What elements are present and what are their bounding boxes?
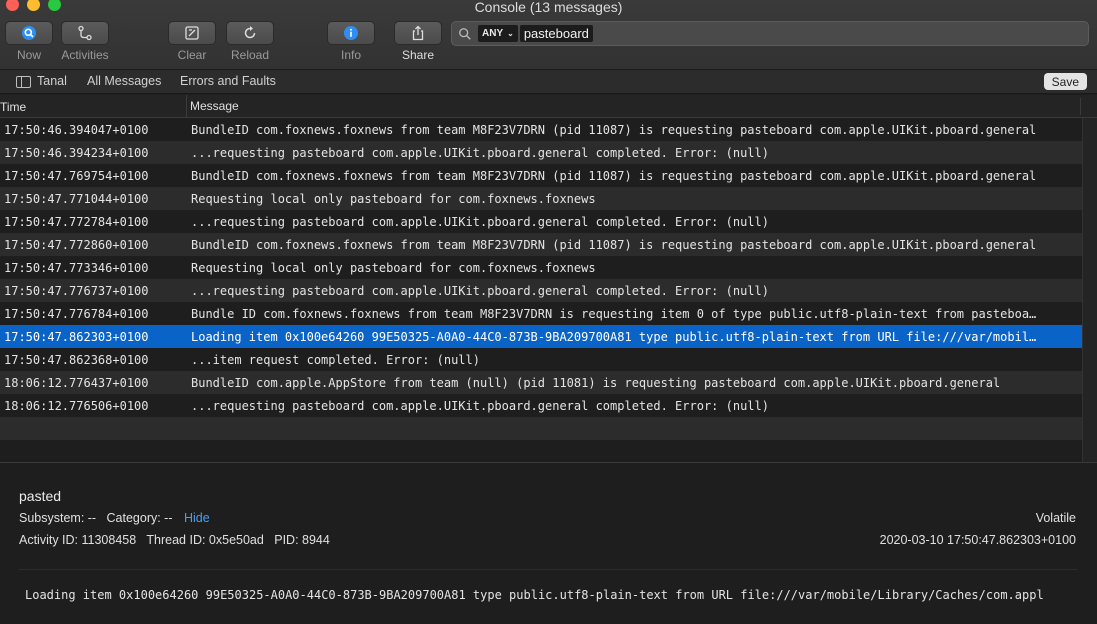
info-label: Info	[340, 48, 361, 62]
table-row[interactable]: 17:50:47.771044+0100 Requesting local onl…	[0, 187, 1082, 210]
table-header: Time Message	[0, 95, 1097, 118]
table-scrollbar[interactable]	[1082, 118, 1097, 462]
window-title: Console (13 messages)	[474, 0, 623, 15]
row-message: BundleID com.foxnews.foxnews from team M…	[191, 237, 1037, 252]
process-name: pasted	[19, 488, 62, 504]
save-search-button[interactable]: Save	[1043, 73, 1087, 90]
row-time: 17:50:47.769754+0100	[4, 168, 149, 183]
activities-icon	[78, 25, 92, 41]
sidebar-label[interactable]: Tanal	[37, 74, 67, 88]
table-row[interactable]: 17:50:47.862368+0100 ...item request comp…	[0, 348, 1082, 371]
subsystem-line: Subsystem: -- Category: -- Hide	[19, 511, 210, 525]
row-message: ...item request completed. Error: (null)	[191, 352, 480, 367]
detail-message[interactable]: Loading item 0x100e64260 99E50325-A0A0-4…	[25, 588, 1077, 602]
table-row[interactable]: 18:06:12.776506+0100 ...requesting pasteb…	[0, 394, 1082, 417]
column-header-message[interactable]: Message	[186, 95, 239, 118]
now-button[interactable]	[5, 21, 53, 45]
clear-icon	[185, 26, 199, 40]
table-row[interactable]: 17:50:47.772784+0100 ...requesting pasteb…	[0, 210, 1082, 233]
row-message: ...requesting pasteboard com.apple.UIKit…	[191, 283, 769, 298]
reload-tool[interactable]: Reload	[226, 21, 274, 62]
reload-label: Reload	[230, 48, 270, 62]
search-scope-label: ANY	[482, 28, 504, 39]
activities-button[interactable]	[61, 21, 109, 45]
table-row[interactable]: 17:50:47.862303+0100 Loading item 0x100e6…	[0, 325, 1082, 348]
now-search-icon	[22, 26, 36, 40]
search-field[interactable]: ANY ⌄ pasteboard	[451, 21, 1089, 46]
now-label: Now	[16, 48, 41, 62]
info-tool[interactable]: Info	[327, 21, 375, 62]
hide-link[interactable]: Hide	[184, 511, 210, 525]
table-row[interactable]: 17:50:46.394047+0100 BundleID com.foxnews…	[0, 118, 1082, 141]
row-time: 17:50:47.772784+0100	[4, 214, 149, 229]
filter-bar: Tanal All Messages Errors and Faults Sav…	[0, 70, 1097, 94]
row-time: 17:50:47.773346+0100	[4, 260, 149, 275]
row-message: Requesting local only pasteboard for com…	[191, 191, 596, 206]
row-message: BundleID com.apple.AppStore from team (n…	[191, 375, 1001, 390]
row-message: Requesting local only pasteboard for com…	[191, 260, 596, 275]
errors-faults-filter[interactable]: Errors and Faults	[180, 74, 276, 88]
row-message: BundleID com.foxnews.foxnews from team M…	[191, 168, 1037, 183]
table-row[interactable]: 17:50:47.776784+0100 Bundle ID com.foxnew…	[0, 302, 1082, 325]
activities-label: Activities	[61, 48, 109, 62]
column-header-time[interactable]: Time	[0, 100, 26, 114]
table-row[interactable]: 17:50:47.776737+0100 ...requesting pasteb…	[0, 279, 1082, 302]
row-time: 18:06:12.776506+0100	[4, 398, 149, 413]
share-label: Share	[401, 48, 435, 62]
row-time: 17:50:47.776784+0100	[4, 306, 149, 321]
row-time: 17:50:46.394047+0100	[4, 122, 149, 137]
detail-pane: pasted Subsystem: -- Category: -- Hide A…	[0, 462, 1097, 624]
empty-row	[0, 417, 1082, 440]
table-row[interactable]: 17:50:46.394234+0100 ...requesting pasteb…	[0, 141, 1082, 164]
clear-tool[interactable]: Clear	[168, 21, 216, 62]
row-message: Loading item 0x100e64260 99E50325-A0A0-4…	[191, 329, 1037, 344]
empty-row	[0, 440, 1082, 462]
chevron-down-icon: ⌄	[507, 29, 514, 38]
row-message: ...requesting pasteboard com.apple.UIKit…	[191, 145, 769, 160]
table-row[interactable]: 17:50:47.772860+0100 BundleID com.foxnews…	[0, 233, 1082, 256]
row-time: 17:50:46.394234+0100	[4, 145, 149, 160]
clear-button[interactable]	[168, 21, 216, 45]
message-level: Volatile	[1035, 511, 1076, 525]
clear-label: Clear	[177, 48, 207, 62]
row-time: 17:50:47.776737+0100	[4, 283, 149, 298]
now-tool[interactable]: Now	[5, 21, 53, 62]
column-divider	[1080, 98, 1081, 115]
detail-separator	[19, 569, 1077, 570]
info-button[interactable]	[327, 21, 375, 45]
table-row[interactable]: 18:06:12.776437+0100 BundleID com.apple.A…	[0, 371, 1082, 394]
all-messages-filter[interactable]: All Messages	[87, 74, 161, 88]
search-token[interactable]: pasteboard	[519, 25, 593, 42]
row-time: 17:50:47.862303+0100	[4, 329, 149, 344]
search-scope-dropdown[interactable]: ANY ⌄	[478, 25, 518, 42]
sidebar-toggle-icon[interactable]	[16, 76, 31, 88]
table-row[interactable]: 17:50:47.773346+0100 Requesting local onl…	[0, 256, 1082, 279]
row-time: 17:50:47.771044+0100	[4, 191, 149, 206]
activities-tool[interactable]: Activities	[61, 21, 109, 62]
share-icon	[412, 25, 424, 41]
row-time: 17:50:47.772860+0100	[4, 237, 149, 252]
row-message: BundleID com.foxnews.foxnews from team M…	[191, 122, 1037, 137]
message-timestamp: 2020-03-10 17:50:47.862303+0100	[879, 533, 1076, 547]
log-table[interactable]: 17:50:46.394047+0100 BundleID com.foxnews…	[0, 118, 1082, 462]
row-time: 18:06:12.776437+0100	[4, 375, 149, 390]
subsystem-text: Subsystem: -- Category: --	[19, 511, 173, 525]
row-message: Bundle ID com.foxnews.foxnews from team …	[191, 306, 1037, 321]
share-button[interactable]	[394, 21, 442, 45]
info-icon	[344, 26, 358, 40]
row-time: 17:50:47.862368+0100	[4, 352, 149, 367]
share-tool[interactable]: Share	[394, 21, 442, 62]
reload-icon	[244, 26, 256, 39]
row-message: ...requesting pasteboard com.apple.UIKit…	[191, 214, 769, 229]
table-row[interactable]: 17:50:47.769754+0100 BundleID com.foxnews…	[0, 164, 1082, 187]
ids-line: Activity ID: 11308458 Thread ID: 0x5e50a…	[19, 533, 330, 547]
search-icon	[452, 27, 478, 41]
row-message: ...requesting pasteboard com.apple.UIKit…	[191, 398, 769, 413]
window-toolbar: Console (13 messages) Now Activities Cle…	[0, 0, 1097, 70]
reload-button[interactable]	[226, 21, 274, 45]
